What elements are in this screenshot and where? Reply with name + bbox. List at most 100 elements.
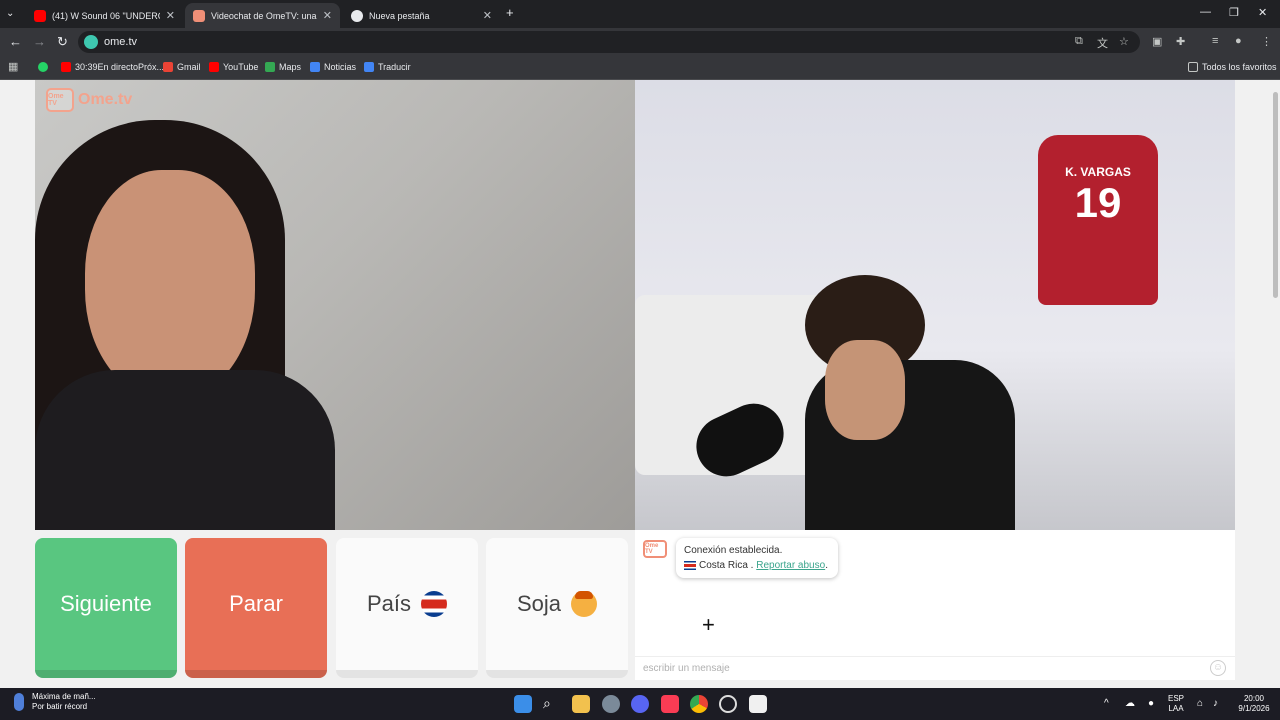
bookmark-translate[interactable]: Traducir — [364, 62, 411, 72]
scrollbar-thumb[interactable] — [1273, 92, 1278, 298]
bookmark-label: 30:39En directoPróx... — [75, 62, 165, 72]
country-name: Costa Rica . — [699, 560, 754, 571]
minimize-icon[interactable]: — — [1200, 6, 1211, 18]
menu-icon[interactable]: ⋮ — [1261, 35, 1272, 48]
discord-icon[interactable] — [631, 695, 649, 713]
close-tab-icon[interactable]: ✕ — [483, 9, 492, 22]
jersey-number: 19 — [1074, 179, 1122, 226]
chrome-icon — [351, 9, 363, 22]
tv-icon: Ome TV — [46, 88, 74, 112]
close-tab-icon[interactable]: ✕ — [323, 9, 332, 22]
language-indicator[interactable]: ESP LAA — [1168, 694, 1184, 714]
new-tab-button[interactable]: + — [506, 5, 514, 21]
translate-icon — [364, 62, 374, 72]
bookmark-label: Maps — [279, 62, 302, 72]
bookmark-gmail[interactable]: Gmail — [163, 62, 201, 72]
clock-date: 9/1/2026 — [1238, 704, 1270, 713]
bookmark-youtube[interactable]: YouTube — [209, 62, 258, 72]
chrome-icon[interactable] — [690, 695, 708, 713]
extensions-puzzle-icon[interactable]: ✚ — [1176, 35, 1185, 48]
volume-icon[interactable]: ♪ — [1213, 698, 1218, 709]
clock[interactable]: 20:00 9/1/2026 — [1232, 694, 1276, 714]
url-text[interactable]: ome.tv — [104, 36, 137, 48]
country-button[interactable]: País — [336, 538, 478, 678]
ometv-chat-icon: Ome TV — [643, 540, 667, 558]
profile-avatar-icon[interactable]: ● — [1235, 35, 1242, 47]
bookmark-label: Gmail — [177, 62, 201, 72]
logo-text: Ome.tv — [78, 91, 133, 108]
costa-rica-flag-icon — [684, 560, 696, 570]
tab-title: Videochat de OmeTV: una alternativa — [211, 10, 317, 21]
all-bookmarks-folder[interactable]: Todos los favoritos — [1188, 62, 1277, 72]
music-icon[interactable] — [661, 695, 679, 713]
tab-search-icon[interactable]: ⌄ — [6, 6, 14, 22]
gmail-icon — [163, 62, 173, 72]
site-info-icon[interactable] — [84, 35, 98, 49]
back-icon[interactable]: ← — [9, 34, 22, 50]
video-figure-face — [85, 170, 255, 400]
emoji-picker-icon[interactable]: ☺ — [1210, 660, 1226, 676]
tray-overflow-icon[interactable]: ^ — [1104, 698, 1109, 709]
maps-icon — [265, 62, 275, 72]
bookmark-maps[interactable]: Maps — [265, 62, 301, 72]
youtube-icon — [209, 62, 219, 72]
gender-button[interactable]: Soja — [486, 538, 628, 678]
capcut-icon[interactable] — [749, 695, 767, 713]
bookmark-label: Noticias — [324, 62, 357, 72]
ometv-logo: Ome TV Ome.tv — [46, 88, 132, 112]
close-tab-icon[interactable]: ✕ — [166, 9, 175, 22]
country-line: Costa Rica . Reportar abuso. — [684, 558, 830, 573]
ometv-icon — [193, 9, 205, 22]
video-figure-shirt — [35, 370, 335, 530]
next-button-label: Siguiente — [60, 591, 152, 616]
weather-subtitle: Por batir récord — [32, 702, 88, 711]
translate-icon[interactable]: 文 — [1097, 35, 1108, 51]
bookmark-whatsapp[interactable] — [38, 62, 52, 72]
keyboard-layout: LAA — [1168, 704, 1184, 713]
self-video: K. VARGAS 19 — [635, 80, 1235, 530]
system-message: Conexión establecida. Costa Rica . Repor… — [676, 538, 838, 578]
tab-new[interactable]: Nueva pestaña ✕ — [343, 3, 500, 28]
bookmark-label: YouTube — [223, 62, 259, 72]
youtube-icon — [34, 9, 46, 22]
close-window-icon[interactable]: ✕ — [1258, 6, 1267, 19]
reload-icon[interactable]: ↻ — [57, 34, 68, 50]
connection-status: Conexión establecida. — [684, 545, 783, 556]
folder-icon — [1188, 62, 1198, 72]
mouse-cursor-crosshair: + — [702, 612, 715, 637]
forward-icon[interactable]: → — [33, 34, 46, 50]
tab-ometv[interactable]: Videochat de OmeTV: una alternativa ✕ — [185, 3, 340, 28]
network-icon[interactable]: ⌂ — [1197, 698, 1203, 709]
microphone-icon[interactable]: ● — [1148, 698, 1154, 709]
report-suffix: . — [825, 560, 828, 571]
onedrive-icon[interactable]: ☁ — [1125, 698, 1135, 709]
extension-icon[interactable]: ▣ — [1152, 35, 1162, 48]
search-icon[interactable]: ⌕ — [543, 695, 561, 713]
bookmark-star-icon[interactable]: ☆ — [1119, 35, 1129, 48]
message-input[interactable]: escribir un mensaje — [635, 656, 1235, 680]
report-abuse-link[interactable]: Reportar abuso — [756, 560, 825, 571]
next-button[interactable]: Siguiente — [35, 538, 177, 678]
bookmark-label: Traducir — [378, 62, 411, 72]
tab-youtube[interactable]: (41) W Sound 06 "UNDERCROWN" ✕ — [26, 3, 183, 28]
video-jersey: K. VARGAS 19 — [1038, 135, 1158, 305]
reading-list-icon[interactable]: ≡ — [1212, 35, 1218, 47]
youtube-icon — [61, 62, 71, 72]
start-menu-icon[interactable] — [514, 695, 532, 713]
stop-button[interactable]: Parar — [185, 538, 327, 678]
video-figure-face — [825, 340, 905, 440]
obs-icon[interactable] — [719, 695, 737, 713]
tab-title: (41) W Sound 06 "UNDERCROWN" — [52, 10, 160, 21]
gender-button-label: Soja — [516, 591, 562, 616]
bookmark-news[interactable]: Noticias — [310, 62, 356, 72]
settings-icon[interactable] — [602, 695, 620, 713]
install-app-icon[interactable]: ⧉ — [1075, 35, 1083, 48]
address-bar[interactable] — [78, 31, 1140, 53]
bookmark-live[interactable]: 30:39En directoPróx... — [61, 62, 164, 72]
language-code: ESP — [1168, 694, 1185, 703]
weather-title: Máxima de mañ... — [32, 692, 96, 701]
maximize-icon[interactable]: ❐ — [1229, 6, 1239, 19]
file-explorer-icon[interactable] — [572, 695, 590, 713]
apps-grid-icon[interactable]: ▦ — [8, 60, 18, 73]
weather-widget[interactable]: Máxima de mañ... Por batir récord — [14, 692, 96, 712]
